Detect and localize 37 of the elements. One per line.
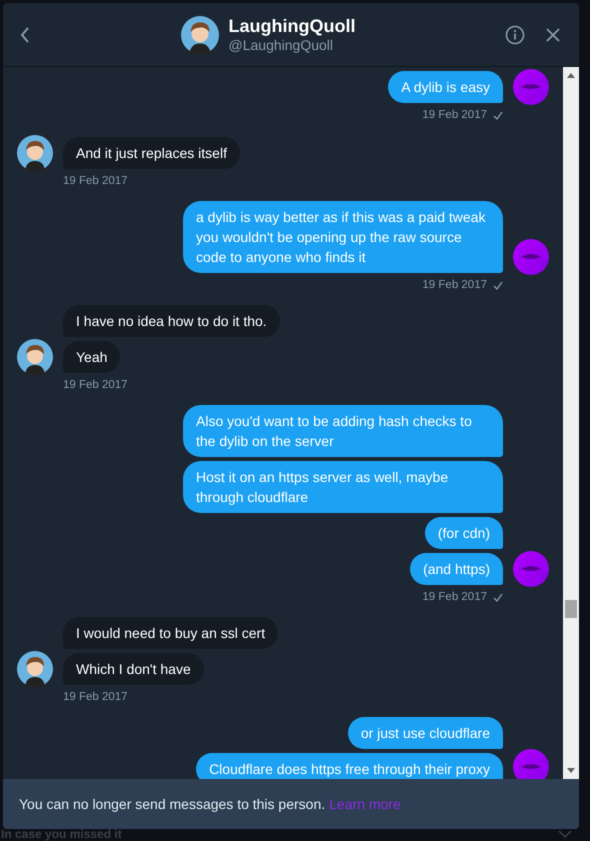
message-time: 19 Feb 2017 [63, 175, 128, 187]
scrollbar-thumb[interactable] [565, 600, 577, 618]
user-avatar [17, 651, 53, 687]
scroll-up-icon[interactable] [567, 73, 575, 78]
message-time: 19 Feb 2017 [63, 691, 128, 703]
message-bubble: a dylib is way better as if this was a paid tweak you wouldn't be opening up the raw source code to anyone who finds it [183, 201, 503, 273]
scrollbar[interactable] [563, 67, 579, 779]
avatar [513, 69, 549, 105]
notice-text: You can no longer send messages to this person. [19, 796, 326, 812]
user-avatar [17, 135, 53, 171]
contact-handle: @LaughingQuoll [228, 37, 334, 53]
message-bubble: Which I don't have [63, 653, 204, 685]
info-icon[interactable] [505, 24, 525, 44]
message-bubble: Host it on an https server as well, maybe through cloudflare [183, 461, 503, 513]
contact-name: LaughingQuoll [228, 16, 356, 37]
avatar [513, 239, 549, 275]
learn-more-link[interactable]: Learn more [329, 796, 401, 812]
message-bubble: A dylib is easy [388, 71, 503, 103]
message-bubble: I have no idea how to do it tho. [63, 305, 280, 337]
message-bubble: Yeah [63, 341, 120, 373]
message-time: 19 Feb 2017 [63, 379, 128, 391]
scroll-down-icon[interactable] [567, 768, 575, 773]
message-time: 19 Feb 2017 [422, 279, 487, 291]
message-bubble: I would need to buy an ssl cert [63, 617, 278, 649]
message-bubble: (for cdn) [424, 517, 503, 549]
message-bubble: (and https) [410, 553, 503, 585]
avatar [513, 551, 549, 587]
message-bubble: And it just replaces itself [63, 137, 240, 169]
user-avatar [180, 16, 218, 54]
message-bubble: Cloudflare does https free through their proxy [196, 753, 503, 779]
back-icon[interactable] [19, 26, 31, 44]
message-bubble: Also you'd want to be adding hash checks to the dylib on the server [183, 405, 503, 457]
user-avatar [17, 339, 53, 375]
message-time: 19 Feb 2017 [422, 591, 487, 603]
message-bubble: or just use cloudflare [348, 717, 503, 749]
avatar [513, 749, 549, 779]
message-time: 19 Feb 2017 [422, 109, 487, 121]
